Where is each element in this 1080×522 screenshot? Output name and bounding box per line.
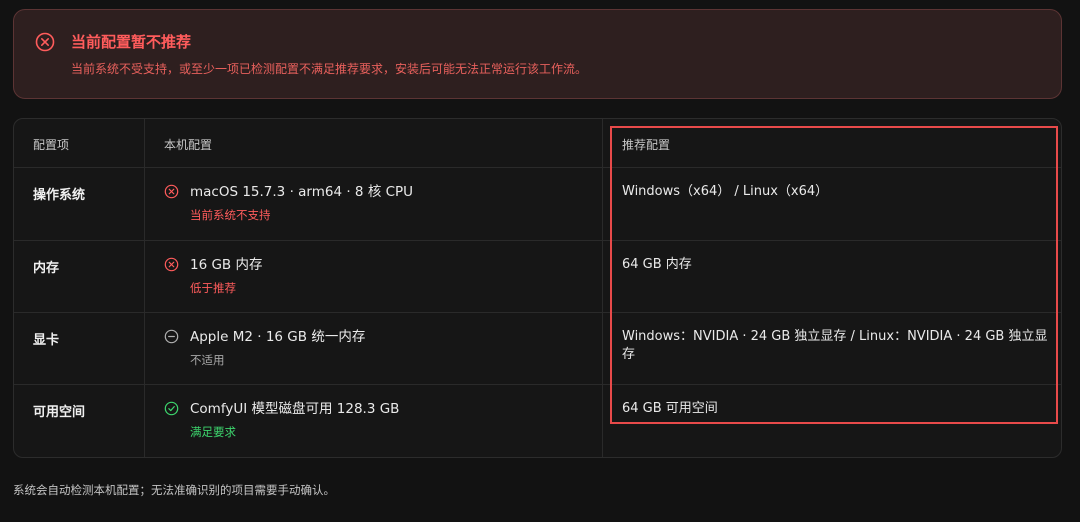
footnote: 系统会自动检测本机配置；无法准确识别的项目需要手动确认。 [13, 483, 335, 497]
local-value: ComfyUI 模型磁盘可用 128.3 GB [190, 401, 400, 417]
row-label: 显卡 [33, 333, 60, 348]
table-row: 可用空间 ComfyUI 模型磁盘可用 128.3 GB 满足要求 64 GB … [14, 385, 1061, 457]
recommended-value: 64 GB 内存 [622, 257, 692, 272]
config-table: 配置项 本机配置 推荐配置 操作系统 macOS 15.7.3 · arm64 … [13, 118, 1062, 458]
header-local-config: 本机配置 [164, 138, 213, 152]
recommended-value: Windows：NVIDIA · 24 GB 独立显存 / Linux：NVID… [622, 329, 1048, 362]
recommended-value: Windows（x64） / Linux（x64） [622, 184, 829, 199]
local-value: macOS 15.7.3 · arm64 · 8 核 CPU [190, 184, 414, 200]
minus-circle-icon [164, 329, 179, 344]
recommended-value: 64 GB 可用空间 [622, 401, 718, 416]
check-circle-icon [164, 401, 179, 416]
table-row: 内存 16 GB 内存 低于推荐 64 GB 内存 [14, 241, 1061, 313]
header-config-item: 配置项 [33, 138, 70, 152]
x-circle-icon [164, 184, 179, 199]
table-header-row: 配置项 本机配置 推荐配置 [14, 119, 1061, 168]
row-label: 操作系统 [33, 188, 86, 203]
table-row: 显卡 Apple M2 · 16 GB 统一内存 不适用 Windows：NVI… [14, 313, 1061, 385]
x-circle-icon [35, 32, 55, 52]
header-recommended-config: 推荐配置 [622, 138, 671, 152]
local-value: 16 GB 内存 [190, 257, 263, 273]
local-status-note: 低于推荐 [190, 281, 236, 295]
table-row: 操作系统 macOS 15.7.3 · arm64 · 8 核 CPU 当前系统… [14, 168, 1061, 241]
warning-alert: 当前配置暂不推荐 当前系统不受支持，或至少一项已检测配置不满足推荐要求，安装后可… [13, 9, 1062, 99]
local-status-note: 当前系统不支持 [190, 208, 271, 222]
alert-description: 当前系统不受支持，或至少一项已检测配置不满足推荐要求，安装后可能无法正常运行该工… [71, 62, 588, 76]
local-status-note: 不适用 [190, 353, 225, 367]
local-status-note: 满足要求 [190, 425, 236, 439]
local-value: Apple M2 · 16 GB 统一内存 [190, 329, 366, 345]
x-circle-icon [164, 257, 179, 272]
row-label: 内存 [33, 261, 60, 276]
row-label: 可用空间 [33, 405, 86, 420]
alert-title: 当前配置暂不推荐 [71, 33, 192, 51]
